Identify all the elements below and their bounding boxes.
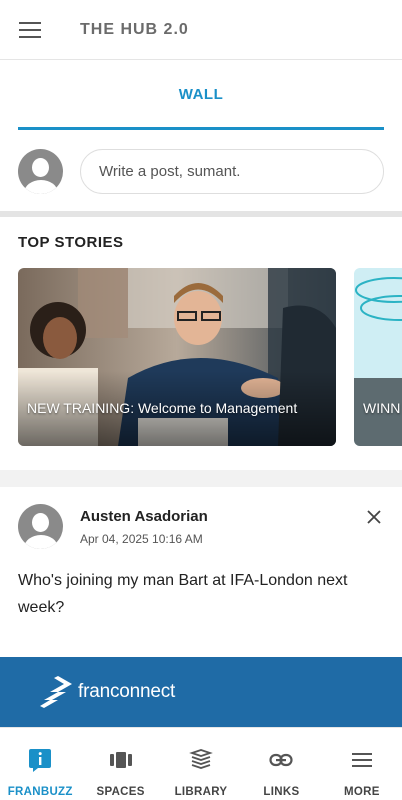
hamburger-menu-button[interactable] [0, 0, 60, 60]
bottom-navigation: FRANBUZZ SPACES LIBRARY LINKS MORE [0, 727, 402, 800]
tab-wall[interactable]: WALL [18, 61, 384, 130]
nav-more[interactable]: MORE [322, 728, 402, 800]
hamburger-icon [19, 21, 41, 38]
close-icon [367, 510, 381, 524]
section-divider [0, 470, 402, 487]
story-caption: NEW TRAINING: Welcome to Management [27, 400, 298, 416]
top-stories-title: TOP STORIES [18, 234, 124, 251]
nav-library[interactable]: LIBRARY [161, 728, 241, 800]
spaces-icon [109, 748, 133, 772]
nav-label: LINKS [263, 786, 300, 798]
story-card[interactable]: NEW TRAINING: Welcome to Management [18, 268, 336, 446]
post-timestamp: Apr 04, 2025 10:16 AM [80, 532, 203, 546]
franbuzz-icon [28, 748, 52, 772]
tab-bar: WALL [0, 61, 402, 131]
nav-label: LIBRARY [174, 786, 228, 798]
brand-banner: franconnect [0, 657, 402, 727]
nav-label: FRANBUZZ [7, 786, 73, 798]
brand-name: franconnect [78, 681, 176, 702]
section-divider [0, 211, 402, 217]
library-icon [189, 748, 213, 772]
dismiss-post-button[interactable] [362, 505, 386, 529]
story-image [354, 268, 402, 446]
nav-label: MORE [343, 786, 380, 798]
nav-franbuzz[interactable]: FRANBUZZ [0, 728, 80, 800]
nav-spaces[interactable]: SPACES [80, 728, 160, 800]
app-title: THE HUB 2.0 [80, 20, 189, 38]
story-caption: WINN [363, 400, 401, 416]
post-input[interactable] [80, 148, 384, 194]
author-avatar[interactable] [18, 504, 63, 549]
wall-post: Austen Asadorian Apr 04, 2025 10:16 AM W… [0, 487, 402, 657]
post-composer [0, 131, 402, 211]
post-body: Who's joining my man Bart at IFA-London … [18, 572, 348, 616]
nav-links[interactable]: LINKS [241, 728, 321, 800]
more-icon [350, 748, 374, 772]
franconnect-logo-icon [40, 676, 72, 708]
nav-label: SPACES [96, 786, 145, 798]
top-stories-carousel[interactable]: NEW TRAINING: Welcome to Management WINN [18, 268, 402, 446]
story-card[interactable]: WINN [354, 268, 402, 446]
app-header: THE HUB 2.0 [0, 0, 402, 60]
post-author[interactable]: Austen Asadorian [80, 508, 208, 525]
user-avatar[interactable] [18, 148, 63, 194]
links-icon [269, 748, 294, 772]
